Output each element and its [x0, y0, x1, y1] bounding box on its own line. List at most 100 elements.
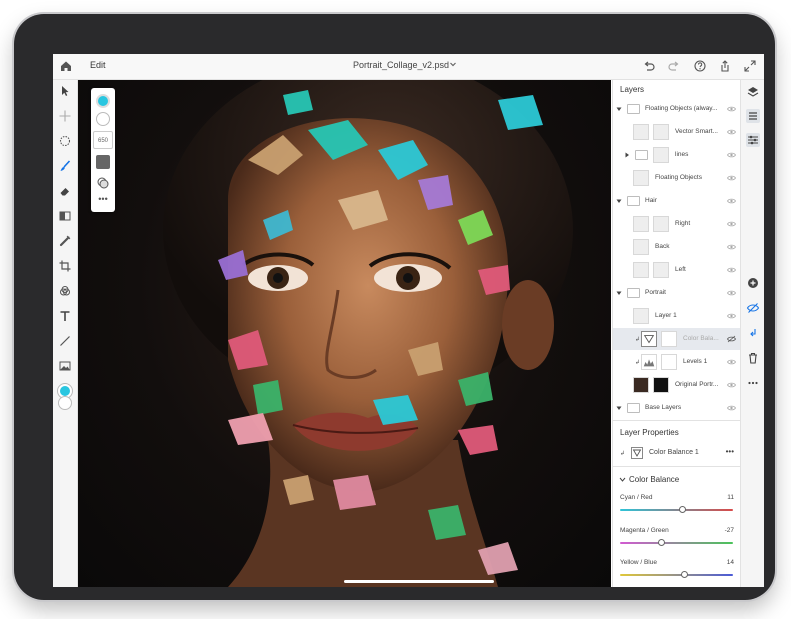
eye-icon[interactable] — [727, 289, 736, 297]
folder-icon — [627, 403, 640, 413]
eye-icon[interactable] — [727, 404, 736, 412]
expand-arrow-icon[interactable] — [616, 290, 622, 296]
layer-mask-thumbnail — [661, 354, 677, 370]
adjustments-icon[interactable] — [746, 133, 760, 147]
layers-icon[interactable] — [746, 85, 760, 99]
gradient-icon[interactable] — [58, 209, 72, 223]
layer-row[interactable]: Back — [613, 236, 740, 258]
eye-icon[interactable] — [727, 105, 736, 113]
undo-icon[interactable] — [642, 59, 656, 73]
layer-row[interactable]: Layer 1 — [613, 305, 740, 327]
layer-name: Vector Smart... — [675, 128, 718, 135]
layer-thumbnail — [633, 377, 649, 393]
layer-row[interactable]: Floating Objects — [613, 167, 740, 189]
eye-icon[interactable] — [727, 128, 736, 136]
healing-icon[interactable] — [58, 234, 72, 248]
brush-size-field[interactable]: 650 — [93, 131, 113, 149]
layer-thumbnail — [633, 239, 649, 255]
layer-row[interactable]: lines — [613, 144, 740, 166]
divider — [613, 420, 740, 421]
layer-row[interactable]: Right — [613, 213, 740, 235]
cyan-red-slider-knob[interactable] — [679, 506, 687, 513]
expand-arrow-icon[interactable] — [616, 405, 622, 411]
help-icon[interactable] — [693, 59, 707, 73]
magenta-green-slider-knob[interactable] — [657, 539, 665, 546]
add-icon[interactable] — [746, 276, 760, 290]
lasso-icon[interactable] — [58, 134, 72, 148]
layer-name: Hair — [645, 197, 657, 204]
move-icon[interactable] — [58, 109, 72, 123]
crop-icon[interactable] — [58, 259, 72, 273]
visibility-icon[interactable] — [746, 301, 760, 315]
collapse-arrow-icon[interactable] — [624, 152, 630, 158]
eye-icon[interactable] — [727, 266, 736, 274]
image-icon[interactable] — [58, 359, 72, 373]
layer-name: Back — [655, 243, 670, 250]
brush-hardness-icon[interactable] — [96, 112, 110, 126]
share-icon[interactable] — [718, 59, 732, 73]
eye-icon[interactable] — [727, 243, 736, 251]
eye-icon[interactable] — [727, 312, 736, 320]
expand-arrow-icon[interactable] — [616, 106, 622, 112]
layer-name: lines — [675, 151, 689, 158]
layer-stack-icon[interactable] — [746, 109, 760, 123]
layer-name: Levels 1 — [683, 358, 708, 365]
yellow-blue-slider-knob[interactable] — [680, 571, 688, 578]
trash-icon[interactable] — [746, 351, 760, 365]
fullscreen-icon[interactable] — [743, 59, 757, 73]
layer-row[interactable]: Vector Smart... — [613, 121, 740, 143]
slider-value[interactable]: 11 — [727, 494, 734, 501]
layer-row[interactable]: Portrait — [613, 282, 740, 304]
slider-value[interactable]: -27 — [725, 527, 734, 534]
yellow-blue-slider-track[interactable] — [620, 574, 733, 576]
select-icon[interactable] — [58, 84, 72, 98]
layer-row[interactable]: ↲ Levels 1 — [613, 351, 740, 373]
layer-row[interactable]: Base Layers — [613, 397, 740, 419]
clip-icon[interactable] — [746, 326, 760, 340]
eraser-icon[interactable] — [58, 184, 72, 198]
layer-properties-title: Layer Properties — [620, 428, 679, 437]
divider — [613, 466, 740, 467]
layer-row[interactable]: Hair — [613, 190, 740, 212]
expand-arrow-icon[interactable] — [616, 198, 622, 204]
layer-thumbnail — [633, 170, 649, 186]
edit-tab[interactable]: Edit — [90, 60, 106, 70]
brush-more-button[interactable]: ••• — [93, 194, 113, 204]
image-canvas[interactable]: 650 ••• — [78, 80, 611, 587]
layer-row[interactable]: Left — [613, 259, 740, 281]
chevron-down-icon[interactable] — [449, 60, 457, 68]
eye-icon[interactable] — [727, 197, 736, 205]
line-icon[interactable] — [58, 334, 72, 348]
chevron-down-icon[interactable] — [619, 476, 626, 483]
eye-icon[interactable] — [727, 174, 736, 182]
eye-icon[interactable] — [727, 358, 736, 366]
type-icon[interactable] — [58, 309, 72, 323]
slider-value[interactable]: 14 — [727, 559, 734, 566]
eye-icon[interactable] — [727, 381, 736, 389]
redo-icon[interactable] — [667, 59, 681, 73]
document-title[interactable]: Portrait_Collage_v2.psd — [353, 60, 449, 70]
eye-icon[interactable] — [727, 220, 736, 228]
brush-icon[interactable] — [58, 159, 72, 173]
eye-off-icon[interactable] — [727, 335, 736, 343]
properties-more-button[interactable]: ••• — [726, 447, 734, 456]
magenta-green-slider-track[interactable] — [620, 542, 733, 544]
tool-bar — [53, 80, 78, 587]
layer-thumbnail — [653, 147, 669, 163]
layer-row[interactable]: Floating Objects (alway... — [613, 98, 740, 120]
eye-icon[interactable] — [727, 151, 736, 159]
cyan-red-slider-track[interactable] — [620, 509, 733, 511]
layer-properties-row[interactable]: ↲ Color Balance 1 ••• — [613, 442, 740, 464]
color-balance-icon — [641, 331, 657, 347]
layer-row[interactable]: Original Portr... — [613, 374, 740, 396]
brush-color-swatch[interactable] — [96, 94, 110, 108]
home-icon[interactable] — [59, 59, 73, 73]
brush-settings-panel: 650 ••• — [91, 88, 115, 212]
sample-layers-icon[interactable] — [96, 176, 110, 190]
brush-opacity-icon[interactable] — [96, 155, 110, 169]
fill-icon[interactable] — [58, 284, 72, 298]
more-icon[interactable] — [746, 376, 760, 390]
layer-row-selected[interactable]: ↲ Color Bala... — [613, 328, 740, 350]
background-color-swatch[interactable] — [58, 396, 72, 410]
layers-title: Layers — [620, 85, 645, 94]
